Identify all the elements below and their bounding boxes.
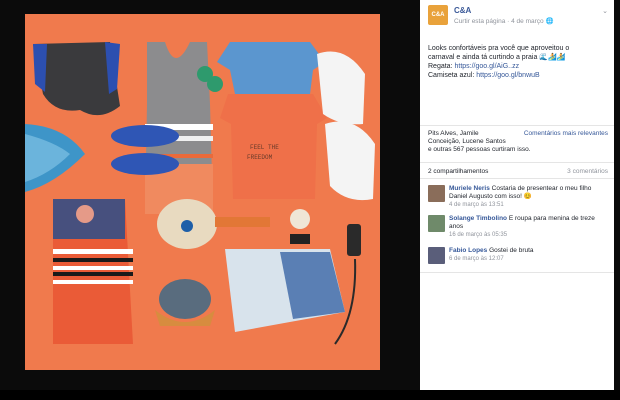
post-text-line-2-text: carnaval e ainda tá curtindo a praia bbox=[428, 54, 538, 61]
post-text-line-2: carnaval e ainda tá curtindo a praia 🌊🏄🏄 bbox=[428, 53, 608, 62]
comment-time[interactable]: 4 de março às 13:51 bbox=[449, 201, 607, 209]
commenter-name[interactable]: Solange Timbolino bbox=[449, 215, 507, 222]
comment-text: E roupa para menina de treze bbox=[508, 215, 595, 222]
post-meta: Curtir esta página · 4 de março 🌐 bbox=[454, 17, 554, 25]
chevron-down-icon[interactable]: ⌄ bbox=[602, 7, 608, 15]
post-photo[interactable]: FEEL THE FREEDOM bbox=[25, 14, 380, 370]
shares-count[interactable]: 2 compartilhamentos bbox=[428, 168, 488, 175]
likes-text-3: e outras 567 pessoas curtiram isso. bbox=[428, 146, 531, 153]
comment-item: Muriele Neris Costaria de presentear o m… bbox=[428, 185, 608, 209]
engagement-counts: 2 compartilhamentos 3 comentários bbox=[428, 168, 608, 175]
divider bbox=[420, 272, 614, 273]
post-side-panel: C&A C&A Curtir esta página · 4 de março … bbox=[420, 0, 614, 390]
commenter-avatar[interactable] bbox=[428, 185, 445, 202]
flatlay-image: FEEL THE FREEDOM bbox=[25, 14, 380, 370]
post-date[interactable]: 4 de março bbox=[511, 18, 544, 25]
post-header: C&A C&A Curtir esta página · 4 de março … bbox=[428, 5, 608, 35]
regata-link[interactable]: https://goo.gl/AiG..zz bbox=[454, 63, 519, 70]
likes-summary: Pits Alves, Jamile Conceição, Lucene San… bbox=[428, 130, 608, 156]
divider bbox=[420, 162, 614, 163]
comment-item: Solange Timbolino E roupa para menina de… bbox=[428, 215, 608, 239]
page-name-link[interactable]: C&A bbox=[454, 6, 471, 15]
svg-text:FREEDOM: FREEDOM bbox=[247, 154, 273, 161]
comment-body: Muriele Neris Costaria de presentear o m… bbox=[449, 185, 607, 209]
commenter-name[interactable]: Muriele Neris bbox=[449, 185, 490, 192]
comment-body: Fabio Lopes Gostei de bruta 6 de março à… bbox=[449, 247, 607, 263]
commenter-avatar[interactable] bbox=[428, 247, 445, 264]
comment-body: Solange Timbolino E roupa para menina de… bbox=[449, 215, 607, 239]
camiseta-line: Camiseta azul: https://goo.gl/bnwuB bbox=[428, 71, 608, 80]
comment-time[interactable]: 6 de março às 12:07 bbox=[449, 255, 607, 263]
comment-text: Gostei de bruta bbox=[489, 247, 534, 254]
comment-text-2: anos bbox=[449, 223, 464, 230]
divider bbox=[420, 125, 614, 126]
svg-text:FEEL THE: FEEL THE bbox=[250, 144, 279, 151]
like-page-link[interactable]: Curtir esta página bbox=[454, 18, 505, 25]
comment-time[interactable]: 16 de março às 05:35 bbox=[449, 231, 607, 239]
post-text-line-1: Looks confortáveis pra você que aproveit… bbox=[428, 45, 570, 52]
commenter-name[interactable]: Fabio Lopes bbox=[449, 247, 487, 254]
comments-count[interactable]: 3 comentários bbox=[567, 168, 608, 175]
regata-label: Regata: bbox=[428, 63, 453, 70]
post-viewer: FEEL THE FREEDOM C&A C&A Curtir esta pág… bbox=[0, 0, 620, 400]
commenter-avatar[interactable] bbox=[428, 215, 445, 232]
globe-icon: 🌐 bbox=[545, 18, 554, 25]
comment-text-2: Daniel Augusto com isso! 😊 bbox=[449, 193, 532, 200]
bottom-bar bbox=[0, 390, 620, 400]
page-avatar[interactable]: C&A bbox=[428, 5, 448, 25]
camiseta-link[interactable]: https://goo.gl/bnwuB bbox=[476, 72, 539, 79]
comment-sort-dropdown[interactable]: Comentários mais relevantes bbox=[524, 130, 608, 138]
post-text: Looks confortáveis pra você que aproveit… bbox=[428, 44, 608, 80]
wave-emoji-icon: 🌊🏄🏄 bbox=[539, 54, 566, 61]
likes-text-2[interactable]: Conceição, Lucene Santos bbox=[428, 138, 608, 146]
divider bbox=[420, 178, 614, 179]
comment-item: Fabio Lopes Gostei de bruta 6 de março à… bbox=[428, 247, 608, 271]
meta-separator: · bbox=[507, 18, 510, 25]
comment-text: Costaria de presentear o meu filho bbox=[491, 185, 592, 192]
camiseta-label: Camiseta azul: bbox=[428, 72, 475, 79]
regata-line: Regata: https://goo.gl/AiG..zz bbox=[428, 62, 608, 71]
page-avatar-logo: C&A bbox=[431, 12, 445, 18]
